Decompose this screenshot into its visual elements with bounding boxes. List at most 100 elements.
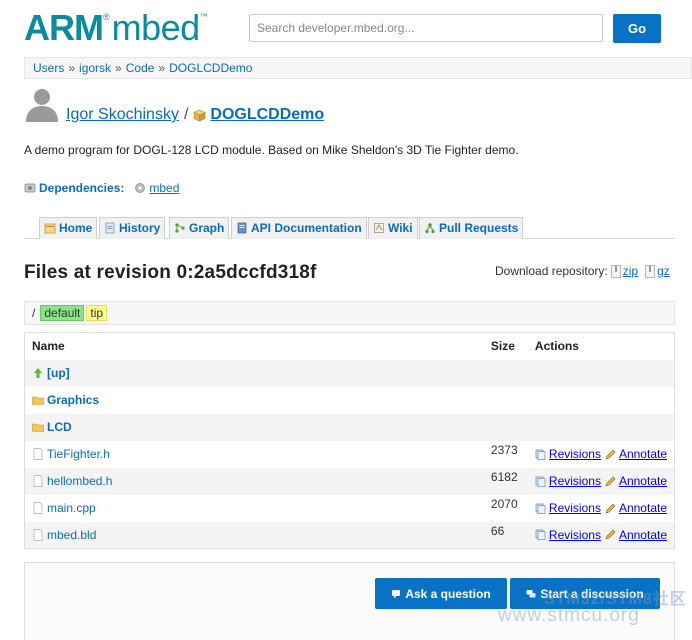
table-row: LCD bbox=[24, 413, 675, 441]
breadcrumb-code[interactable]: Code bbox=[126, 61, 155, 75]
branch-bar: / default tip bbox=[24, 301, 675, 325]
site-header: ARM ® mbed ™ Go bbox=[0, 0, 692, 55]
file-link-main-cpp[interactable]: main.cpp bbox=[47, 501, 96, 515]
search-input[interactable] bbox=[249, 14, 603, 42]
breadcrumb-doglcddemo[interactable]: DOGLCDDemo bbox=[169, 61, 252, 75]
tab-home-label: Home bbox=[59, 221, 93, 235]
breadcrumb: Users» igorsk» Code» DOGLCDDemo bbox=[24, 57, 692, 79]
tab-api-documentation-label: API Documentation bbox=[251, 221, 362, 235]
author-link[interactable]: Igor Skochinsky bbox=[66, 106, 179, 124]
table-row: main.cpp 2070 Revisions Annotate bbox=[24, 494, 675, 522]
file-size: 2373 bbox=[490, 443, 518, 457]
tab-history-label: History bbox=[119, 221, 161, 235]
logo-mbed-text: mbed bbox=[111, 7, 201, 48]
file-icon bbox=[33, 448, 43, 460]
tab-graph-label: Graph bbox=[189, 221, 225, 235]
repository-description: A demo program for DOGL-128 LCD module. … bbox=[24, 143, 519, 157]
table-row: Graphics bbox=[24, 386, 675, 414]
download-repository: Download repository: zip gz bbox=[495, 264, 674, 278]
breadcrumb-igorsk[interactable]: igorsk bbox=[79, 61, 111, 75]
logo-registered-mark: ® bbox=[102, 12, 110, 22]
breadcrumb-separator: » bbox=[158, 61, 166, 75]
table-row: mbed.bld 66 Revisions Annotate bbox=[24, 521, 675, 549]
branch-default-badge[interactable]: default bbox=[40, 305, 85, 321]
file-size: 6182 bbox=[490, 470, 518, 484]
repository-name-link[interactable]: DOGLCDDemo bbox=[210, 106, 324, 124]
repository-cube-icon bbox=[193, 109, 207, 121]
directory-link-graphics[interactable]: Graphics bbox=[47, 393, 99, 407]
branch-root-slash: / bbox=[32, 306, 36, 320]
folder-icon bbox=[32, 396, 44, 405]
download-gz-link[interactable]: gz bbox=[657, 264, 670, 278]
annotate-link[interactable]: Annotate bbox=[619, 474, 667, 488]
start-discussion-button[interactable]: Start a discussion bbox=[510, 578, 660, 609]
arm-mbed-logo[interactable]: ARM ® mbed ™ bbox=[24, 8, 208, 48]
column-size-header: Size bbox=[483, 332, 528, 360]
search-go-button[interactable]: Go bbox=[613, 14, 661, 43]
ask-question-button[interactable]: Ask a question bbox=[375, 578, 507, 609]
file-icon bbox=[33, 528, 43, 541]
table-row: TieFighter.h 2373 Revisions Annotate bbox=[24, 440, 675, 468]
page-title: Igor Skochinsky / DOGLCDDemo bbox=[66, 106, 324, 124]
file-table-header: Name Size Actions bbox=[24, 332, 675, 360]
download-zip-link[interactable]: zip bbox=[623, 264, 638, 278]
files-revision-title: Files at revision 0:2a5dccfd318f bbox=[24, 262, 317, 283]
annotate-link[interactable]: Annotate bbox=[619, 528, 667, 542]
history-icon bbox=[105, 222, 115, 234]
title-separator: / bbox=[183, 106, 189, 123]
column-actions-header: Actions bbox=[527, 332, 675, 360]
file-link-mbed-bld[interactable]: mbed.bld bbox=[47, 528, 96, 542]
revisions-link[interactable]: Revisions bbox=[549, 474, 601, 488]
file-icon bbox=[33, 475, 43, 487]
column-name-header: Name bbox=[24, 332, 484, 360]
zip-file-icon bbox=[610, 264, 621, 278]
tab-history[interactable]: History bbox=[99, 217, 166, 239]
annotate-link[interactable]: Annotate bbox=[619, 447, 667, 461]
revisions-link[interactable]: Revisions bbox=[549, 447, 601, 461]
file-link-tiefighter-h[interactable]: TieFighter.h bbox=[47, 447, 110, 461]
annotate-pencil-icon bbox=[605, 503, 616, 513]
tab-pull-requests-label: Pull Requests bbox=[439, 221, 519, 235]
logo-trademark: ™ bbox=[199, 12, 208, 21]
revisions-link[interactable]: Revisions bbox=[549, 528, 601, 542]
breadcrumb-separator: » bbox=[115, 61, 122, 75]
file-icon bbox=[33, 502, 43, 514]
parent-directory-link[interactable]: [up] bbox=[47, 366, 70, 380]
file-size: 66 bbox=[490, 523, 505, 538]
table-row: hellombed.h 6182 Revisions Annotate bbox=[24, 467, 675, 495]
revisions-icon bbox=[535, 529, 546, 541]
tab-pull-requests[interactable]: Pull Requests bbox=[419, 217, 524, 239]
revisions-icon bbox=[535, 476, 546, 487]
logo-arm-text: ARM bbox=[24, 7, 104, 48]
file-link-hellombed-h[interactable]: hellombed.h bbox=[47, 474, 112, 488]
dependencies-icon bbox=[24, 183, 36, 193]
tab-home[interactable]: Home bbox=[39, 217, 98, 239]
revisions-link[interactable]: Revisions bbox=[549, 501, 601, 515]
tab-graph[interactable]: Graph bbox=[169, 217, 230, 239]
annotate-pencil-icon bbox=[605, 449, 616, 459]
file-size: 2070 bbox=[490, 497, 518, 511]
repository-tabs: Home History Graph API Documentation Wik… bbox=[24, 217, 675, 239]
user-avatar-icon[interactable] bbox=[24, 86, 60, 122]
pull-request-icon bbox=[425, 223, 435, 234]
dependencies-row: Dependencies: mbed bbox=[24, 181, 179, 195]
revisions-icon bbox=[535, 449, 546, 460]
ask-question-label: Ask a question bbox=[405, 586, 491, 601]
annotate-link[interactable]: Annotate bbox=[619, 501, 667, 515]
dependencies-label: Dependencies: bbox=[39, 181, 125, 195]
annotate-pencil-icon bbox=[605, 476, 616, 486]
up-arrow-icon bbox=[34, 368, 42, 378]
discussion-bubble-icon bbox=[526, 589, 536, 597]
home-icon bbox=[44, 223, 56, 234]
tag-tip-badge[interactable]: tip bbox=[86, 305, 108, 321]
breadcrumb-separator: » bbox=[68, 61, 76, 75]
table-row: [up] bbox=[24, 359, 675, 387]
tab-wiki[interactable]: Wiki bbox=[368, 217, 418, 239]
tab-api-documentation[interactable]: API Documentation bbox=[231, 217, 367, 239]
api-docs-icon bbox=[237, 222, 247, 234]
directory-link-lcd[interactable]: LCD bbox=[47, 420, 72, 434]
dependency-mbed-link[interactable]: mbed bbox=[149, 181, 179, 195]
file-table: Name Size Actions [up] Graphics LCD TieF… bbox=[24, 332, 675, 549]
wiki-icon bbox=[374, 223, 384, 233]
breadcrumb-users[interactable]: Users bbox=[33, 61, 64, 75]
